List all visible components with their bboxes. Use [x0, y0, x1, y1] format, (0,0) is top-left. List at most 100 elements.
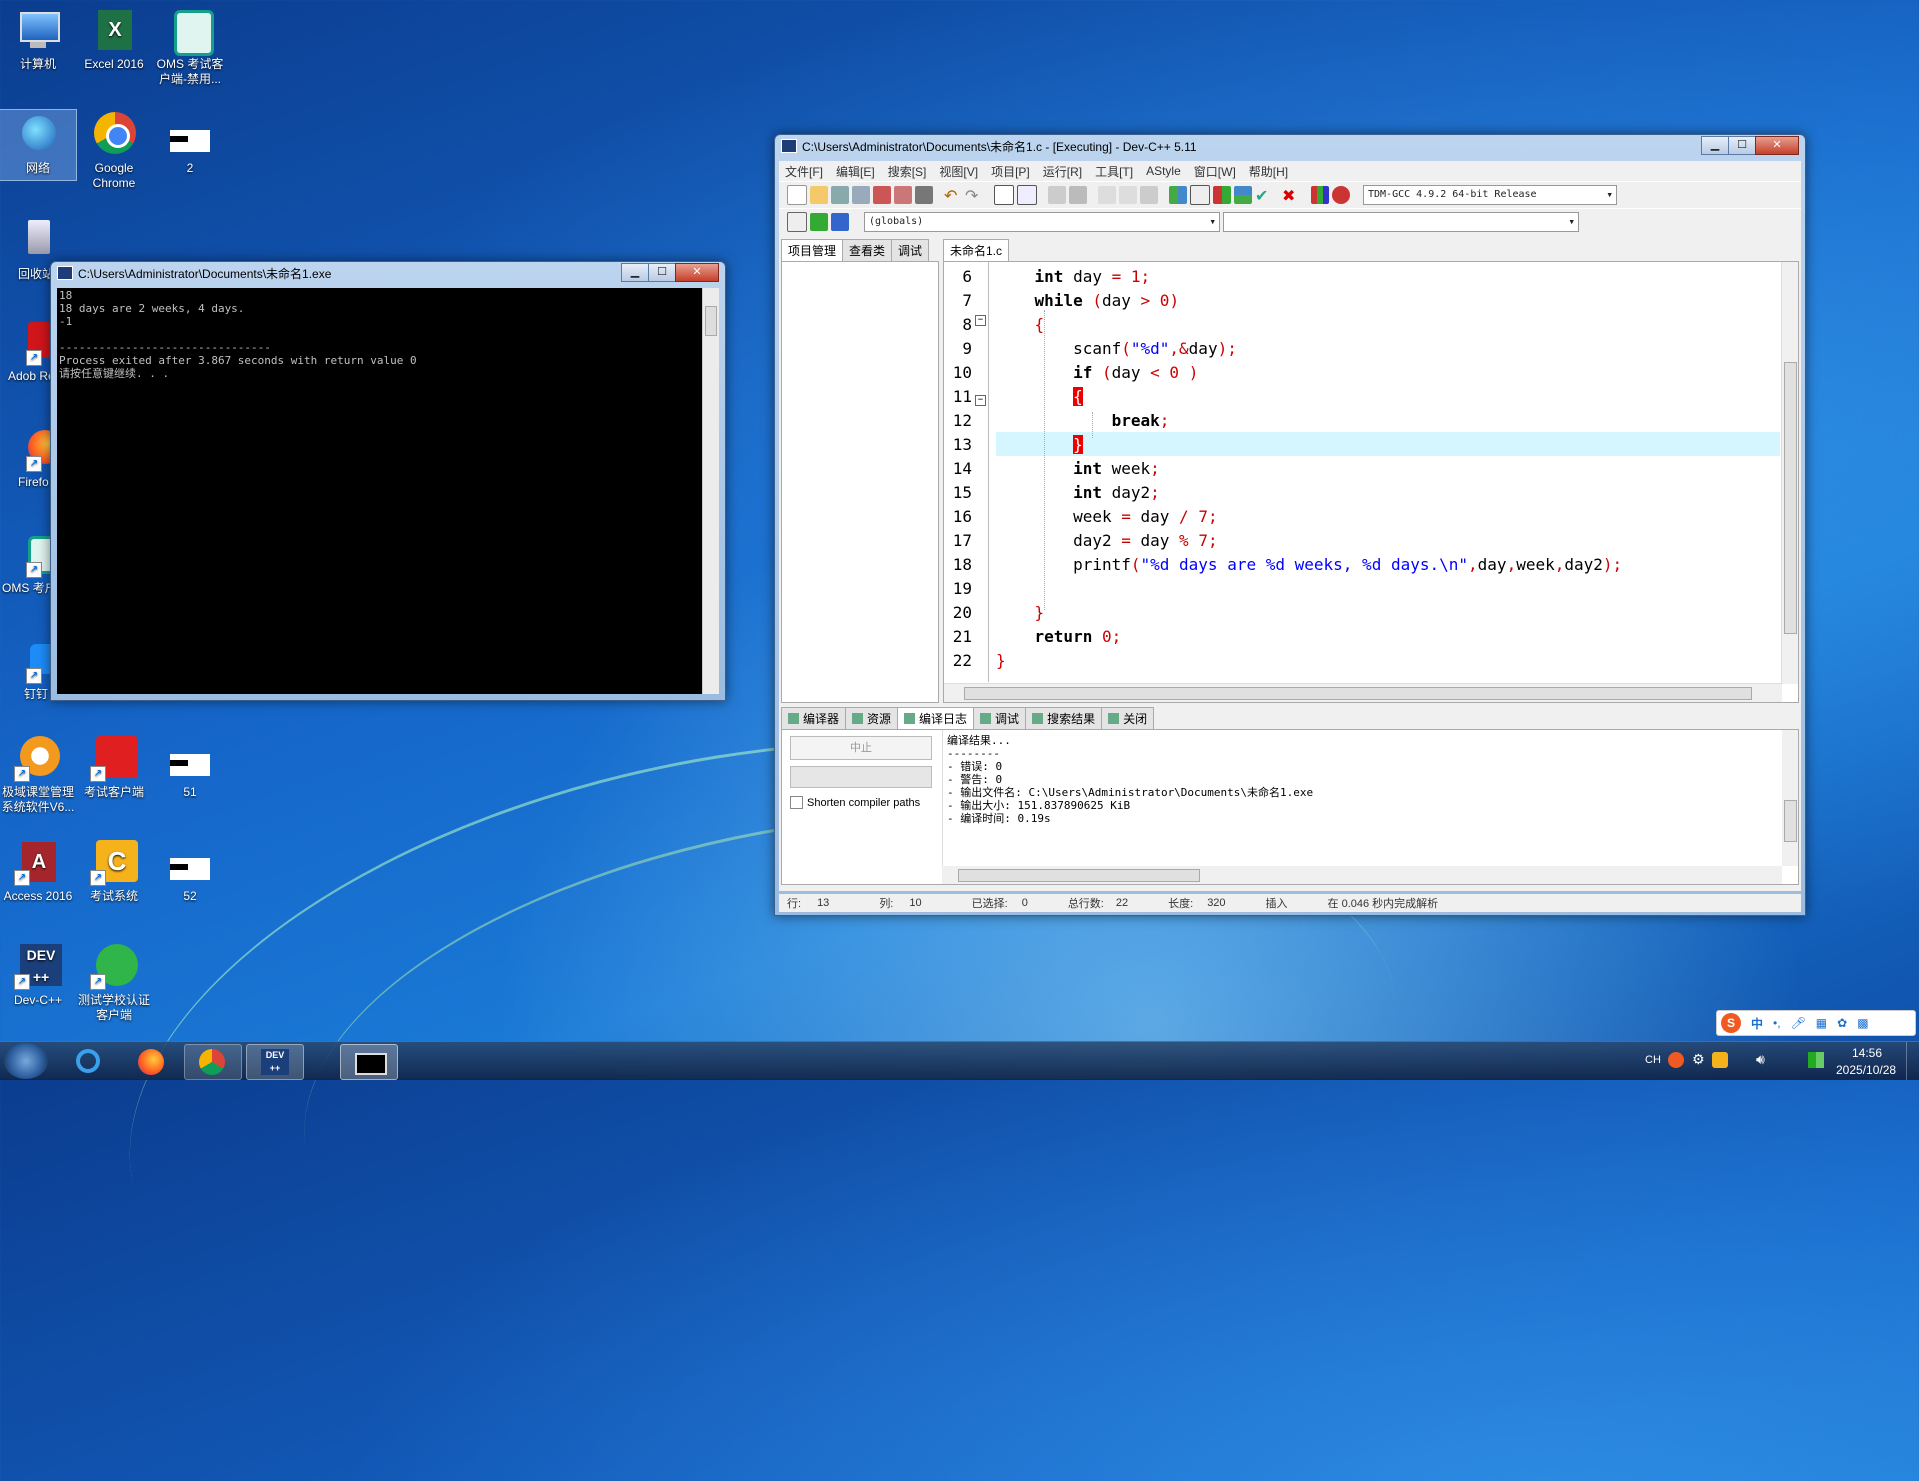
scrollbar-thumb[interactable]	[1784, 362, 1797, 634]
log-hscrollbar[interactable]	[942, 866, 1782, 884]
desktop-icon-52[interactable]: 52	[152, 838, 228, 904]
insert-icon[interactable]	[787, 212, 807, 232]
desktop-icon-2[interactable]: 2	[152, 110, 228, 176]
left-tab[interactable]: 查看类	[842, 239, 893, 261]
profile-icon[interactable]	[1332, 186, 1350, 204]
close-all-icon[interactable]	[894, 186, 912, 204]
redo-icon[interactable]: ↷	[965, 186, 983, 205]
desktop-icon-school-auth[interactable]: ↗ 测试学校认证客户端	[76, 942, 152, 1023]
scrollbar-thumb[interactable]	[964, 687, 1752, 700]
replace-icon[interactable]	[1017, 185, 1037, 205]
chart-icon[interactable]	[1311, 186, 1329, 204]
clock-date[interactable]: 2025/10/28	[1836, 1063, 1896, 1077]
desktop-icon-classroom[interactable]: ↗ 极域课堂管理系统软件V6...	[0, 734, 76, 815]
taskbar-firefox[interactable]	[122, 1044, 178, 1078]
abort-button[interactable]: 中止	[790, 736, 932, 760]
sogou-icon[interactable]: S	[1721, 1013, 1741, 1033]
punctuation-icon[interactable]: •,	[1773, 1016, 1781, 1030]
taskbar-console[interactable]	[340, 1044, 398, 1080]
maximize-button[interactable]: ☐	[648, 263, 676, 282]
taskbar-ie[interactable]	[60, 1044, 116, 1078]
sogou-tray-icon[interactable]	[1668, 1052, 1684, 1068]
bottom-tab[interactable]: 资源	[845, 707, 899, 729]
start-button[interactable]	[4, 1043, 48, 1079]
desktop-icon-exam-system[interactable]: C ↗ 考试系统	[76, 838, 152, 904]
show-desktop-button[interactable]	[1906, 1042, 1919, 1080]
bottom-tab[interactable]: 编译器	[781, 707, 847, 729]
editor-hscrollbar[interactable]	[944, 683, 1782, 702]
network-settings-icon[interactable]: ⚙	[1692, 1051, 1705, 1068]
skin-icon[interactable]: ✿	[1837, 1016, 1847, 1030]
desktop-icon-exam-client[interactable]: ↗ 考试客户端	[76, 734, 152, 800]
menu-item[interactable]: 文件[F]	[785, 163, 823, 180]
goto-bookmark-icon[interactable]	[831, 213, 849, 231]
minimize-button[interactable]: ▁	[1701, 136, 1729, 155]
ime-mode[interactable]: 中	[1751, 1015, 1763, 1032]
devcpp-titlebar[interactable]: C:\Users\Administrator\Documents\未命名1.c …	[775, 135, 1805, 157]
app-tray-icon[interactable]	[1712, 1052, 1728, 1068]
clock-time[interactable]: 14:56	[1852, 1046, 1882, 1060]
fold-marker-icon[interactable]: −	[975, 315, 986, 326]
minimize-button[interactable]: ▁	[621, 263, 649, 282]
unindent-icon[interactable]	[1069, 186, 1087, 204]
taskbar-chrome[interactable]	[184, 1044, 242, 1080]
bottom-tab[interactable]: 编译日志	[897, 707, 975, 729]
left-tab[interactable]: 调试	[891, 239, 930, 261]
open-file-icon[interactable]	[810, 186, 828, 204]
menu-item[interactable]: AStyle	[1146, 164, 1181, 178]
stop-execution-icon[interactable]: ✖	[1282, 186, 1300, 205]
close-file-icon[interactable]	[873, 186, 891, 204]
desktop-icon-oms[interactable]: OMS 考试客户端-禁用...	[152, 6, 228, 87]
console-output[interactable]: 18 18 days are 2 weeks, 4 days. -1 -------…	[57, 288, 719, 694]
new-file-icon[interactable]	[787, 185, 807, 205]
close-button[interactable]: ✕	[675, 263, 719, 282]
microphone-icon[interactable]: 🎤︎	[1791, 1016, 1806, 1030]
run-icon[interactable]	[1190, 185, 1210, 205]
left-tab[interactable]: 项目管理	[781, 239, 844, 261]
menu-grid-icon[interactable]: ▩	[1857, 1016, 1868, 1030]
tab-file[interactable]: 未命名1.c	[943, 239, 1010, 261]
desktop-icon-network[interactable]: 网络	[0, 109, 77, 181]
menu-item[interactable]: 编辑[E]	[836, 163, 875, 180]
volume-icon[interactable]: 🔊︎	[1756, 1051, 1765, 1068]
bottom-tab[interactable]: 调试	[973, 707, 1027, 729]
network-tray-icon[interactable]	[1808, 1052, 1824, 1068]
save-all-icon[interactable]	[852, 186, 870, 204]
menu-item[interactable]: 运行[R]	[1043, 163, 1082, 180]
scrollbar-thumb[interactable]	[958, 869, 1200, 882]
rebuild-icon[interactable]	[1234, 186, 1252, 204]
close-button[interactable]: ✕	[1755, 136, 1799, 155]
keyboard-icon[interactable]: ▦	[1816, 1016, 1827, 1030]
language-indicator[interactable]: CH	[1645, 1054, 1661, 1066]
bookmark-icon[interactable]	[1140, 186, 1158, 204]
desktop-icon-chrome[interactable]: Google Chrome	[76, 110, 152, 191]
log-vscrollbar[interactable]	[1782, 730, 1798, 866]
ime-toolbar[interactable]: S 中 •, 🎤︎ ▦ ✿ ▩	[1716, 1010, 1916, 1036]
scrollbar-thumb[interactable]	[705, 306, 717, 336]
desktop-icon-excel[interactable]: X Excel 2016	[76, 6, 152, 72]
desktop-icon-computer[interactable]: 计算机	[0, 6, 76, 72]
compile-run-icon[interactable]	[1213, 186, 1231, 204]
indent-icon[interactable]	[1048, 186, 1066, 204]
console-window[interactable]: C:\Users\Administrator\Documents\未命名1.ex…	[50, 261, 726, 701]
console-scrollbar[interactable]	[702, 288, 719, 694]
code-editor[interactable]: 6 7 8 9 10 11 12 13 14 15 16 17 18 19 20 21 22 − − int d…	[943, 261, 1799, 703]
checkbox-icon[interactable]	[790, 796, 803, 809]
desktop-icon-access[interactable]: A ↗ Access 2016	[0, 838, 76, 904]
menu-item[interactable]: 项目[P]	[991, 163, 1030, 180]
goto-forward-icon[interactable]	[1119, 186, 1137, 204]
symbol-select[interactable]	[1223, 212, 1579, 232]
maximize-button[interactable]: ☐	[1728, 136, 1756, 155]
menu-item[interactable]: 帮助[H]	[1249, 163, 1288, 180]
compile-icon[interactable]	[1169, 186, 1187, 204]
menu-item[interactable]: 搜索[S]	[888, 163, 927, 180]
desktop-icon-51[interactable]: 51	[152, 734, 228, 800]
menu-item[interactable]: 窗口[W]	[1194, 163, 1236, 180]
desktop-icon-devcpp[interactable]: DEV ++ ↗ Dev-C++	[0, 942, 76, 1008]
menu-item[interactable]: 工具[T]	[1095, 163, 1133, 180]
taskbar-devcpp[interactable]: DEV ++	[246, 1044, 304, 1080]
goto-back-icon[interactable]	[1098, 186, 1116, 204]
bottom-tab[interactable]: 搜索结果	[1025, 707, 1103, 729]
shorten-paths-checkbox[interactable]: Shorten compiler paths	[790, 796, 920, 809]
compile-log[interactable]: 编译结果... -------- - 错误: 0- 警告: 0- 输出文件名: C:…	[942, 730, 1780, 866]
